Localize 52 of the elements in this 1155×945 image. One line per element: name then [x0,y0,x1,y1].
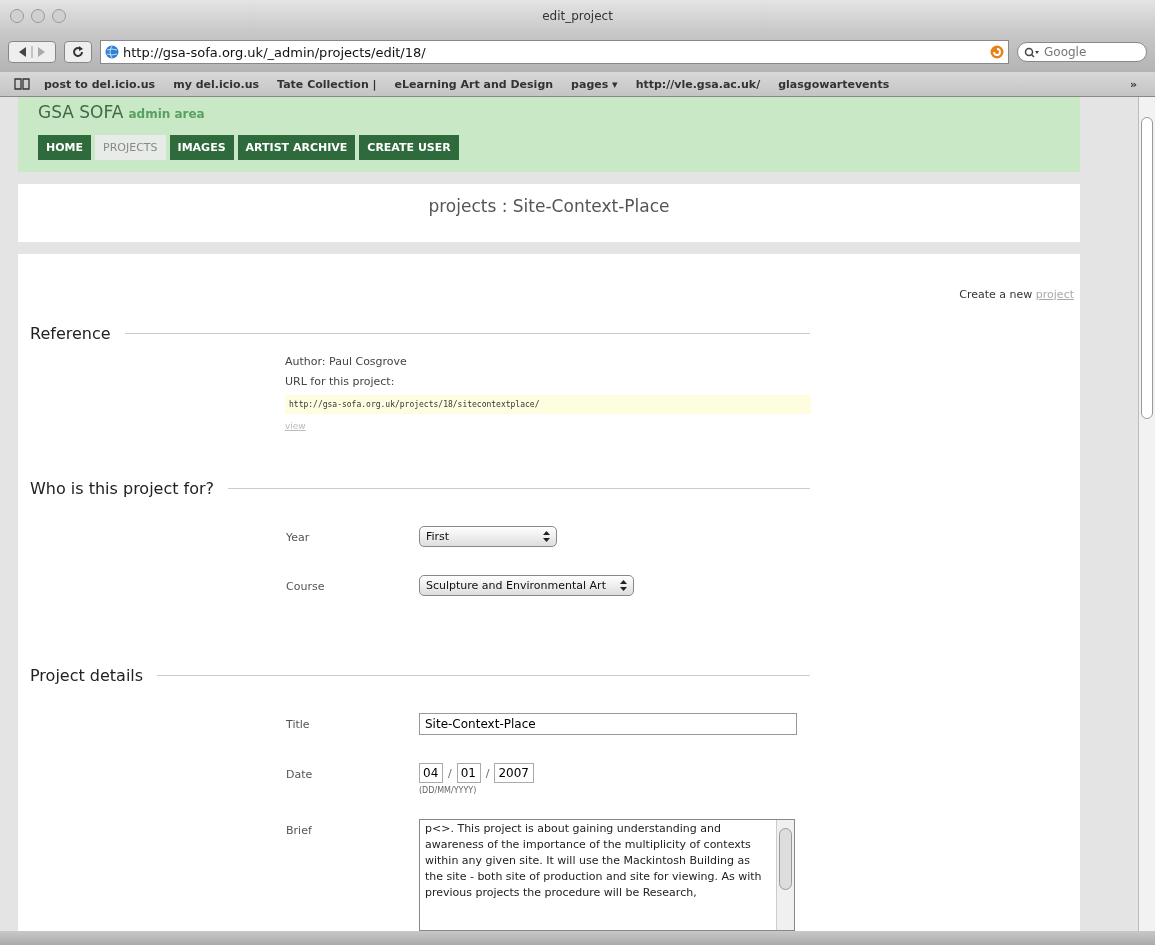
nav-tab[interactable]: HOME [38,135,92,160]
stepper-icon [619,580,627,591]
url-label: URL for this project: [285,375,396,388]
field-label: Brief [285,823,313,837]
more-bookmarks-button[interactable]: » [1129,77,1137,91]
bookmark-link[interactable]: post to del.icio.us [44,77,156,91]
section-heading: Reference [30,324,111,343]
snapback-icon[interactable] [990,45,1004,59]
back-forward-button[interactable] [8,41,56,63]
day-field[interactable]: 04 [419,763,443,783]
nav-tab[interactable]: ARTIST ARCHIVE [237,135,356,160]
select-field[interactable]: First [419,526,557,547]
title-field[interactable]: Site-Context-Place [419,713,797,735]
site-subtitle: admin area [128,107,205,121]
site-name: GSA SOFA [38,102,124,122]
author-text: Author: Paul Cosgrove [285,355,408,368]
stepper-icon [543,531,550,542]
date-separator: / [485,766,490,780]
reload-button[interactable] [64,41,92,63]
select-field[interactable]: Sculpture and Environmental Art [419,575,634,596]
field-label: Year [285,530,311,544]
field-label: Title [285,717,311,731]
zoom-button[interactable] [52,9,66,23]
field-label: Course [285,579,326,593]
book-icon[interactable] [14,78,30,90]
create-link-text: Create a new project [959,288,1074,301]
close-button[interactable] [10,9,24,23]
window-title: edit_project [542,9,613,23]
month-field[interactable]: 01 [456,763,481,783]
project-url: http://gsa-sofa.org.uk/projects/18/sitecontextplace/ [285,395,811,414]
date-format-hint: (DD/MM/YYYY) [419,786,478,795]
year-field[interactable]: 2007 [494,763,535,783]
reload-icon [72,46,84,58]
page-scrollbar[interactable] [1138,97,1155,931]
bookmark-link[interactable]: glasgowartevents [778,77,890,91]
nav-tab[interactable]: CREATE USER [359,135,459,160]
bookmark-link[interactable]: Tate Collection | [277,77,377,91]
bookmark-link[interactable]: pages ▾ [571,77,618,91]
date-separator: / [448,766,452,780]
field-label: Date [285,767,314,781]
bookmark-link[interactable]: eLearning Art and Design [394,77,554,91]
nav-tab[interactable]: IMAGES [169,135,234,160]
search-field[interactable]: Google [1017,42,1147,62]
minimize-button[interactable] [31,9,45,23]
section-heading: Who is this project for? [30,479,215,498]
address-field[interactable]: http://gsa-sofa.org.uk/_admin/projects/edit/18/ [100,40,1009,64]
scrollbar[interactable] [776,820,794,930]
page-heading: projects : Site-Context-Place [428,196,670,218]
bookmark-link[interactable]: my del.icio.us [173,77,260,91]
globe-icon [105,45,119,59]
bookmark-link[interactable]: http://vle.gsa.ac.uk/ [635,77,761,91]
section-heading: Project details [30,666,144,685]
